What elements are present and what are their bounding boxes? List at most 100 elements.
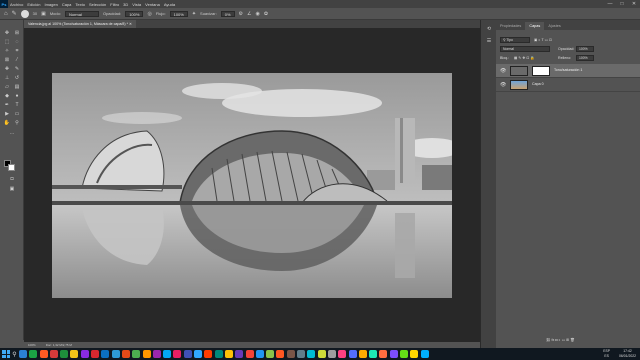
layer-name[interactable]: Tono/saturación 1: [554, 68, 582, 72]
layer-row[interactable]: 👁 Tono/saturación 1: [496, 64, 640, 78]
tab-properties[interactable]: Propiedades: [496, 22, 525, 30]
taskbar-app-icon[interactable]: [204, 350, 213, 358]
airbrush-icon[interactable]: ✦: [192, 11, 196, 17]
quick-select-tool-icon[interactable]: ✧: [3, 48, 11, 55]
blend-mode-select[interactable]: Normal: [500, 46, 550, 52]
taskbar-app-icon[interactable]: [379, 350, 388, 358]
taskbar-app-icon[interactable]: [276, 350, 285, 358]
screen-mode-icon[interactable]: ▣: [8, 186, 16, 193]
taskbar-app-icon[interactable]: [101, 350, 110, 358]
layer-footer-icons[interactable]: ⛓ fx ◘ ◐ ▭ ⊞ 🗑: [546, 338, 575, 342]
lasso-tool-icon[interactable]: ◌: [13, 39, 21, 46]
fill-field[interactable]: 100%: [576, 55, 594, 61]
document-info[interactable]: Doc: 1,32 M/2,75 M: [46, 343, 72, 347]
windows-start-icon[interactable]: [2, 350, 10, 358]
eyedropper-tool-icon[interactable]: ⁄: [13, 57, 21, 64]
taskbar-app-icon[interactable]: [152, 350, 161, 358]
layer-kind-filter[interactable]: ⚲ Tipo: [500, 37, 530, 43]
taskbar-app-icon[interactable]: [173, 350, 182, 358]
taskbar-app-icon[interactable]: [399, 350, 408, 358]
crop-tool-icon[interactable]: ⌗: [13, 48, 21, 55]
dodge-tool-icon[interactable]: ●: [13, 93, 21, 100]
tab-close-icon[interactable]: ✕: [129, 22, 132, 26]
taskbar-app-icon[interactable]: [142, 350, 151, 358]
taskbar-app-icon[interactable]: [266, 350, 275, 358]
taskbar-app-icon[interactable]: [358, 350, 367, 358]
taskbar-app-icon[interactable]: [224, 350, 233, 358]
taskbar-app-icon[interactable]: [410, 350, 419, 358]
taskbar-app-icon[interactable]: [297, 350, 306, 358]
document-image[interactable]: [52, 73, 452, 298]
taskbar-app-icon[interactable]: [121, 350, 130, 358]
menu-imagen[interactable]: Imagen: [42, 2, 59, 7]
menu-ventana[interactable]: Ventana: [143, 2, 162, 7]
taskbar-app-icon[interactable]: [49, 350, 58, 358]
taskbar-app-icon[interactable]: [327, 350, 336, 358]
taskbar-app-icon[interactable]: [214, 350, 223, 358]
brush-tool-icon-side[interactable]: ✎: [13, 66, 21, 73]
system-clock[interactable]: 17:42 06/01/2022: [619, 349, 636, 358]
type-tool-icon[interactable]: T: [13, 102, 21, 109]
frame-tool-icon[interactable]: ⊠: [3, 57, 11, 64]
layer-row[interactable]: 👁 Capa 0: [496, 78, 640, 92]
menu-seleccion[interactable]: Selección: [87, 2, 108, 7]
shape-tool-icon[interactable]: ▭: [13, 111, 21, 118]
artboard-tool-icon[interactable]: ⊞: [13, 30, 21, 37]
menu-capa[interactable]: Capa: [60, 2, 74, 7]
pressure-size-icon[interactable]: ◉: [255, 11, 259, 17]
menu-texto[interactable]: Texto: [73, 2, 87, 7]
eraser-tool-icon[interactable]: ▱: [3, 84, 11, 91]
zoom-tool-icon[interactable]: ⚲: [13, 120, 21, 127]
flow-field[interactable]: 100%: [169, 10, 188, 17]
history-brush-tool-icon[interactable]: ↺: [13, 75, 21, 82]
taskbar-app-icon[interactable]: [132, 350, 141, 358]
taskbar-app-icon[interactable]: [369, 350, 378, 358]
maximize-button[interactable]: □: [616, 0, 628, 8]
healing-tool-icon[interactable]: ✚: [3, 66, 11, 73]
menu-archivo[interactable]: Archivo: [8, 2, 25, 7]
more-tools-icon[interactable]: …: [8, 130, 16, 137]
move-tool-icon[interactable]: ✥: [3, 30, 11, 37]
gear-icon[interactable]: ⚙: [239, 11, 243, 17]
taskbar-app-icon[interactable]: [389, 350, 398, 358]
mode-select[interactable]: Normal: [64, 10, 99, 17]
menu-edicion[interactable]: Edición: [25, 2, 42, 7]
menu-3d[interactable]: 3D: [121, 2, 130, 7]
taskbar-app-icon[interactable]: [194, 350, 203, 358]
taskbar-app-icon[interactable]: [348, 350, 357, 358]
taskbar-app-icon[interactable]: [307, 350, 316, 358]
angle-icon[interactable]: ∠: [247, 11, 251, 17]
visibility-eye-icon[interactable]: 👁: [500, 68, 506, 74]
symmetry-icon[interactable]: ✿: [264, 11, 268, 17]
taskbar-app-icon[interactable]: [183, 350, 192, 358]
pressure-opacity-icon[interactable]: ◎: [147, 11, 151, 17]
properties-panel-icon[interactable]: ☰: [485, 38, 493, 45]
taskbar-app-icon[interactable]: [29, 350, 38, 358]
taskbar-app-icon[interactable]: [91, 350, 100, 358]
visibility-eye-icon[interactable]: 👁: [500, 82, 506, 88]
background-color-swatch[interactable]: [8, 164, 15, 171]
document-tab[interactable]: Valencia.jpg al 100% (Tono/saturación 1,…: [24, 20, 137, 28]
history-panel-icon[interactable]: ⟲: [485, 26, 493, 33]
opacity-field[interactable]: 100%: [125, 10, 144, 17]
menu-filtro[interactable]: Filtro: [108, 2, 121, 7]
layer-opacity-field[interactable]: 100%: [576, 46, 594, 52]
taskbar-app-icon[interactable]: [60, 350, 69, 358]
taskbar-app-icon[interactable]: [111, 350, 120, 358]
taskbar-app-icon[interactable]: [245, 350, 254, 358]
layer-name[interactable]: Capa 0: [532, 82, 544, 86]
tab-adjustments[interactable]: Ajustes: [544, 22, 564, 30]
taskbar-app-icon[interactable]: [255, 350, 264, 358]
pen-tool-icon[interactable]: ✒: [3, 102, 11, 109]
taskbar-app-icon[interactable]: [70, 350, 79, 358]
path-select-tool-icon[interactable]: ▶: [3, 111, 11, 118]
menu-ayuda[interactable]: Ayuda: [162, 2, 177, 7]
taskbar-app-icon[interactable]: [39, 350, 48, 358]
blur-tool-icon[interactable]: ◆: [3, 93, 11, 100]
minimize-button[interactable]: —: [604, 0, 616, 8]
taskbar-app-icon[interactable]: [286, 350, 295, 358]
stamp-tool-icon[interactable]: ⊥: [3, 75, 11, 82]
search-icon[interactable]: ⚲: [12, 351, 16, 358]
taskbar-app-icon[interactable]: [338, 350, 347, 358]
brush-tool-icon[interactable]: ✎: [12, 10, 17, 17]
